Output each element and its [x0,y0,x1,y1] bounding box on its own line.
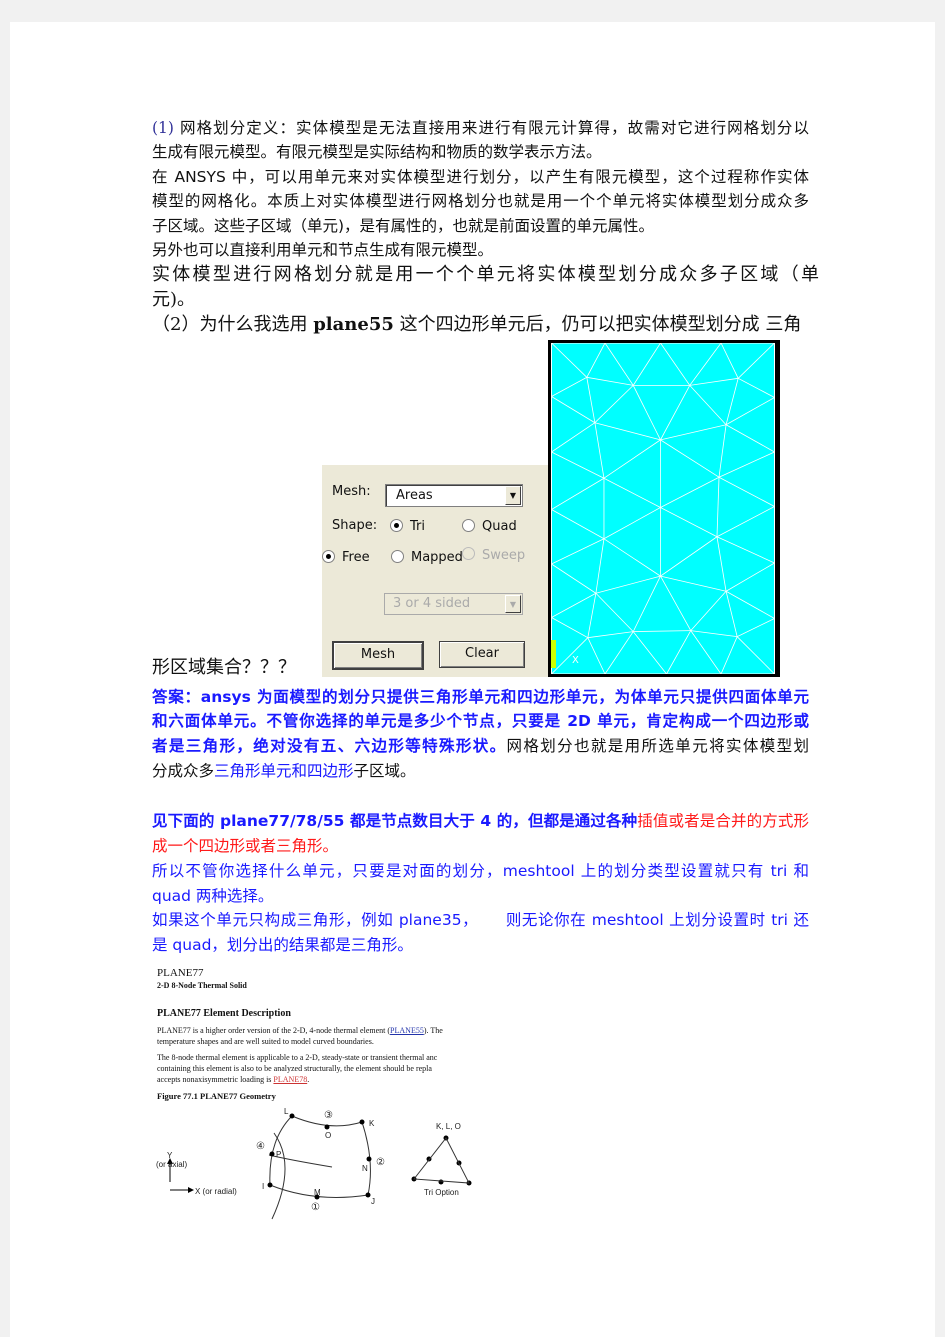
free-radio[interactable] [322,550,335,563]
triangular-mesh [551,343,775,674]
plane55-link[interactable]: PLANE55 [390,1026,424,1035]
sided-select: 3 or 4 sided ▼ [384,593,523,615]
tri-radio[interactable] [390,519,403,532]
text-line: 模型的网格化。本质上对实体模型进行网格划分也就是用一个个单元将实体模型划分成众多 [152,192,809,210]
bold-statement: 实体模型进行网格划分就是用一个个单元将实体模型划分成众多子区域（单 [152,264,819,285]
answer-line: 所以不管你选择什么单元，只要是对面的划分，meshtool 上的划分类型设置就只… [152,862,809,880]
question-line: （2）为什么我选用 plane55 这个四边形单元后，仍可以把实体模型划分成 三… [152,314,802,335]
doc-subtitle: 2-D 8-Node Thermal Solid [157,981,247,990]
mesh-plot: X [548,340,780,677]
sweep-radio [462,547,475,560]
answer-line: 答案：ansys 为面模型的划分只提供三角形单元和四边形单元，为体单元只提供四面… [152,688,809,706]
axis-triad-icon [551,640,556,668]
answer-line: 成一个四边形或者三角形。 [152,837,339,855]
text-line: 在 ANSYS 中，可以用单元来对实体模型进行划分，以产生有限元模型，这个过程称… [152,168,809,186]
text-line: 另外也可以直接利用单元和节点生成有限元模型。 [152,241,494,259]
text-line: (1) 网格划分定义：实体模型是无法直接用来进行有限元计算得，故需对它进行网格划… [152,119,809,137]
shape-label: Shape: [332,518,378,533]
answer-line: quad 两种选择。 [152,887,274,905]
page: (1) 网格划分定义：实体模型是无法直接用来进行有限元计算得，故需对它进行网格划… [0,0,945,1337]
list-marker: (1) [152,119,174,137]
text-line: 生成有限元模型。有限元模型是实际结构和物质的数学表示方法。 [152,143,602,161]
answer-line: 如果这个单元只构成三角形，例如 plane35， 则无论你在 meshtool … [152,911,809,929]
doc-paragraph: PLANE77 is a higher order version of the… [157,1026,443,1035]
meshtool-panel: Mesh: Areas ▼ Shape: Tri Quad Free Mappe… [322,465,548,677]
mesh-button[interactable]: Mesh [332,641,424,670]
doc-title: PLANE77 [157,967,204,979]
mapped-radio[interactable] [391,550,404,563]
clear-button[interactable]: Clear [439,641,525,668]
answer-line: 和六面体单元。不管你选择的单元是多少个节点，只要是 2D 单元，肯定构成一个四边… [152,712,809,730]
plane78-link[interactable]: PLANE78 [273,1075,307,1084]
answer-line: 是 quad，划分出的结果都是三角形。 [152,936,413,954]
bold-statement: 元)。 [152,289,196,310]
answer-line: 分成众多三角形单元和四边形子区域。 [152,762,416,780]
quad-radio[interactable] [462,519,475,532]
mesh-label: Mesh: [332,484,371,499]
answer-line: 见下面的 plane77/78/55 都是节点数目大于 4 的，但都是通过各种插… [152,812,809,830]
text-line: 子区域。这些子区域（单元)，是有属性的，也就是前面设置的单元属性。 [152,217,655,235]
chevron-down-icon: ▼ [505,595,521,613]
question-line: 形区域集合？？？ [152,657,296,678]
answer-line: 者是三角形，绝对没有五、六边形等特殊形状。网格划分也就是用所选单元将实体模型划 [152,737,809,755]
chevron-down-icon: ▼ [505,486,521,505]
doc-heading: PLANE77 Element Description [157,1008,291,1019]
mesh-select[interactable]: Areas ▼ [385,484,523,507]
